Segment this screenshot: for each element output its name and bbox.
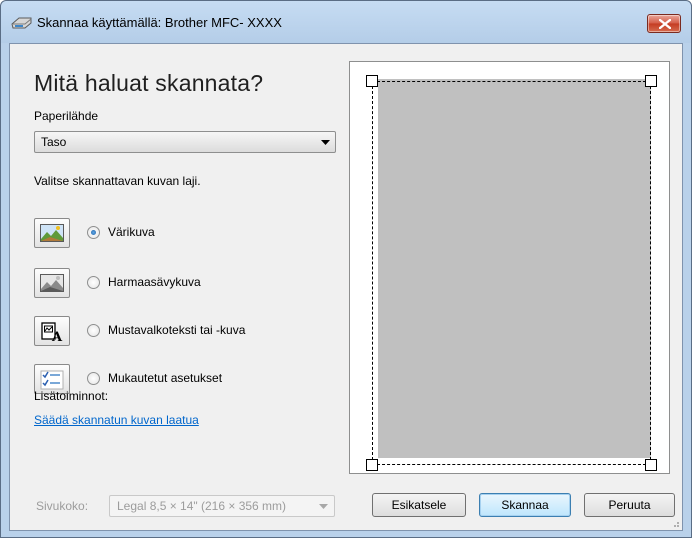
option-label: Harmaasävykuva (108, 275, 201, 289)
grayscale-photo-button[interactable] (34, 268, 70, 298)
resize-handle-top-right[interactable] (645, 75, 657, 87)
resize-handle-bottom-left[interactable] (366, 459, 378, 471)
option-grayscale-photo[interactable]: Harmaasävykuva (34, 268, 354, 298)
image-type-label: Valitse skannattavan kuvan laji. (34, 174, 201, 188)
svg-text:A: A (51, 330, 63, 342)
resize-handle-top-left[interactable] (366, 75, 378, 87)
preview-button[interactable]: Esikatsele (372, 493, 466, 517)
adjust-quality-link[interactable]: Säädä skannatun kuvan laatua (34, 413, 199, 427)
title-bar[interactable]: Skannaa käyttämällä: Brother MFC- XXXX (1, 1, 691, 43)
grayscale-photo-radio[interactable] (87, 276, 100, 289)
dialog-body: Mitä haluat skannata? Paperilähde Taso V… (9, 43, 683, 531)
window-title: Skannaa käyttämällä: Brother MFC- XXXX (37, 15, 282, 30)
paper-source-label: Paperilähde (34, 109, 99, 123)
chevron-down-icon (319, 504, 328, 509)
page-size-value: Legal 8,5 × 14" (216 × 356 mm) (117, 499, 287, 513)
page-size-dropdown[interactable]: Legal 8,5 × 14" (216 × 356 mm) (109, 495, 335, 517)
more-options-label: Lisätoiminnot: (34, 389, 109, 403)
paper-source-dropdown[interactable]: Taso (34, 131, 336, 153)
chevron-down-icon (321, 140, 330, 145)
grayscale-photo-icon (40, 274, 64, 292)
black-white-button[interactable]: A (34, 316, 70, 346)
scan-button[interactable]: Skannaa (479, 493, 571, 517)
resize-handle-bottom-right[interactable] (645, 459, 657, 471)
custom-settings-radio[interactable] (87, 372, 100, 385)
close-icon (659, 19, 671, 29)
scan-selection-frame[interactable] (372, 81, 651, 465)
option-color-photo[interactable]: Värikuva (34, 218, 354, 248)
option-label: Värikuva (108, 225, 155, 239)
black-white-radio[interactable] (87, 324, 100, 337)
scanner-icon (11, 15, 33, 31)
color-photo-icon (40, 224, 64, 242)
page-title: Mitä haluat skannata? (34, 70, 264, 96)
option-black-white[interactable]: A Mustavalkoteksti tai -kuva (34, 316, 354, 346)
color-photo-button[interactable] (34, 218, 70, 248)
close-button[interactable] (647, 14, 681, 33)
scan-dialog-window: Skannaa käyttämällä: Brother MFC- XXXX M… (0, 0, 692, 538)
paper-source-value: Taso (41, 135, 67, 149)
option-label: Mustavalkoteksti tai -kuva (108, 323, 246, 337)
cancel-button[interactable]: Peruuta (584, 493, 675, 517)
black-white-text-icon: A (41, 322, 63, 342)
scan-preview-area[interactable] (349, 61, 670, 474)
option-label: Mukautetut asetukset (108, 371, 223, 385)
page-size-label: Sivukoko: (36, 499, 89, 513)
custom-settings-icon (40, 370, 64, 390)
color-photo-radio[interactable] (87, 226, 100, 239)
resize-grip-icon[interactable] (670, 518, 680, 528)
